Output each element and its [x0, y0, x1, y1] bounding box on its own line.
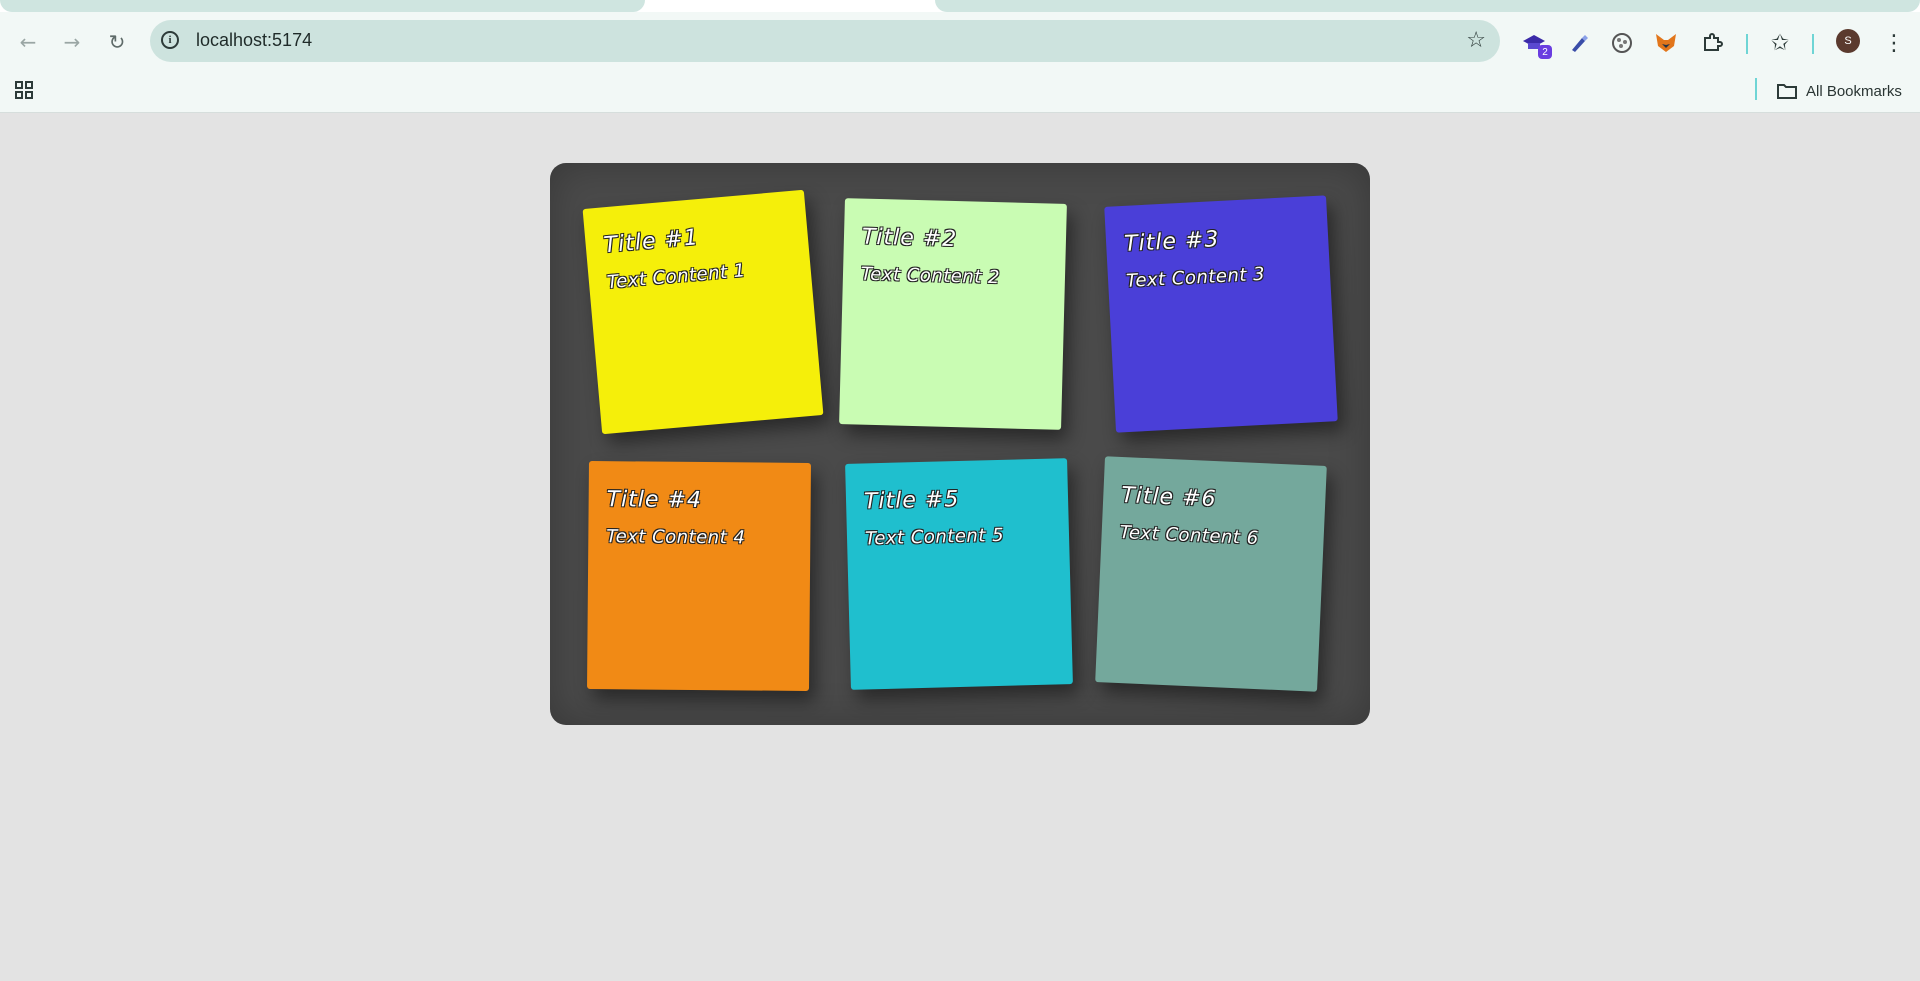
sticky-note-4[interactable]: Title #4 Text Content 4: [587, 461, 811, 691]
note-title: Title #2: [861, 224, 958, 253]
all-bookmarks-button[interactable]: All Bookmarks: [1776, 78, 1902, 104]
all-bookmarks-label: All Bookmarks: [1806, 82, 1902, 100]
bookmarks-bar: All Bookmarks: [0, 70, 1920, 113]
tab-strip: [0, 0, 1920, 12]
note-title: Title #5: [863, 486, 960, 515]
extension-fox-icon[interactable]: [1652, 29, 1680, 57]
toolbar-separator: [1812, 34, 1814, 54]
note-content: Text Content 1: [606, 260, 747, 294]
tab-right[interactable]: [935, 0, 1920, 12]
note-content: Text Content 6: [1119, 521, 1260, 550]
notes-board: Title #1 Text Content 1 Title #2 Text Co…: [550, 163, 1370, 725]
sticky-note-6[interactable]: Title #6 Text Content 6: [1095, 456, 1327, 692]
address-url[interactable]: localhost:5174: [196, 30, 312, 51]
forward-arrow-icon[interactable]: →: [58, 28, 86, 56]
note-title: Title #3: [1123, 227, 1221, 257]
site-info-icon[interactable]: i: [161, 31, 179, 49]
fox-icon: [1656, 34, 1676, 52]
note-title: Title #1: [602, 225, 700, 259]
bookmark-star-icon[interactable]: ☆: [1466, 28, 1486, 53]
browser-toolbar: ← → ↻ i localhost:5174 ☆ 2 ✩ S ⋮: [0, 12, 1920, 70]
sticky-note-3[interactable]: Title #3 Text Content 3: [1104, 195, 1338, 433]
extension-globe-icon[interactable]: [1608, 29, 1636, 57]
folder-icon: [1777, 84, 1797, 99]
menu-kebab-icon[interactable]: ⋮: [1880, 29, 1908, 57]
reading-list-star-icon[interactable]: ✩: [1766, 29, 1794, 57]
globe-icon: [1612, 33, 1632, 53]
reload-icon[interactable]: ↻: [103, 28, 131, 56]
pen-icon: [1572, 35, 1588, 52]
note-content: Text Content 2: [860, 263, 1001, 289]
extension-pen-icon[interactable]: [1565, 29, 1593, 57]
address-bar[interactable]: i localhost:5174 ☆: [150, 20, 1500, 62]
note-content: Text Content 5: [864, 524, 1005, 550]
toolbar-separator: [1746, 34, 1748, 54]
extension-graduation-cap-icon[interactable]: 2: [1520, 29, 1552, 59]
back-arrow-icon[interactable]: ←: [14, 28, 42, 56]
extension-badge: 2: [1538, 45, 1552, 59]
note-content: Text Content 4: [606, 526, 746, 549]
apps-grid-icon[interactable]: [14, 80, 34, 100]
note-title: Title #4: [606, 487, 703, 514]
sticky-note-1[interactable]: Title #1 Text Content 1: [582, 189, 824, 435]
note-title: Title #6: [1120, 483, 1218, 513]
extensions-puzzle-icon[interactable]: [1698, 29, 1726, 57]
bookmarks-separator: [1755, 78, 1757, 100]
sticky-note-5[interactable]: Title #5 Text Content 5: [845, 458, 1073, 690]
tab-left[interactable]: [0, 0, 645, 12]
note-content: Text Content 3: [1125, 263, 1266, 292]
profile-avatar[interactable]: S: [1836, 29, 1860, 53]
puzzle-icon: [1704, 33, 1723, 51]
sticky-note-2[interactable]: Title #2 Text Content 2: [839, 198, 1067, 430]
